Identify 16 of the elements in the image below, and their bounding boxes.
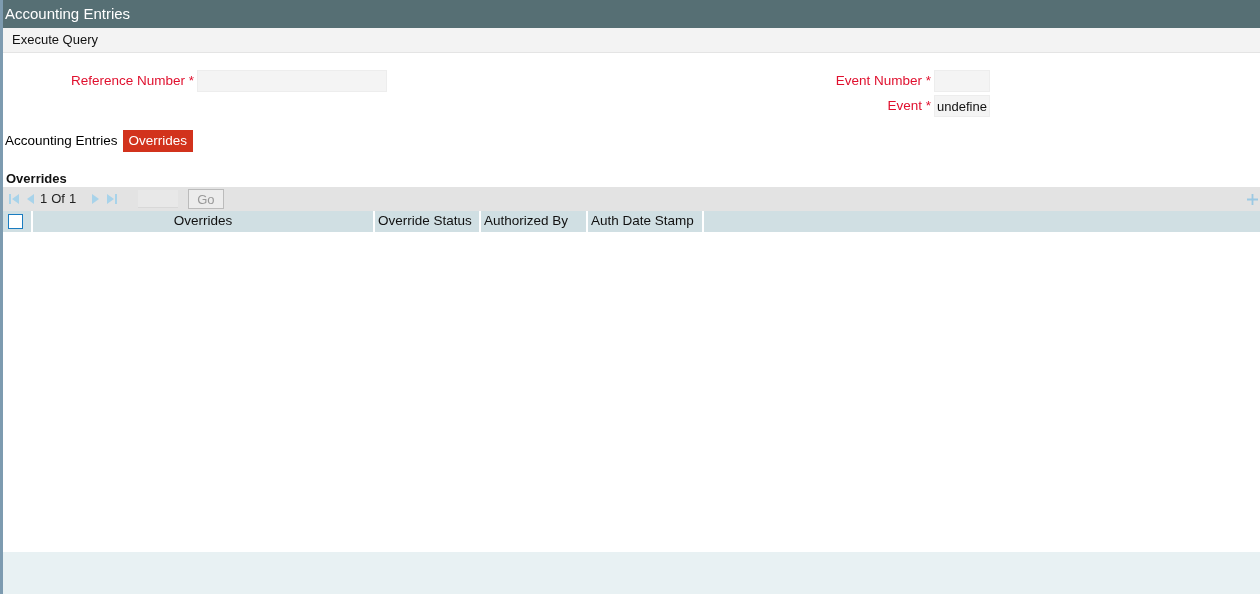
add-icon[interactable]	[1247, 193, 1258, 205]
tab[interactable]: Accounting Entries	[4, 130, 123, 152]
field-label: Reference Number *	[71, 71, 195, 90]
execute-query-button[interactable]: Execute Query	[12, 30, 98, 50]
tab[interactable]: Overrides	[122, 130, 194, 152]
select-all-checkbox[interactable]	[8, 214, 23, 229]
field-label: Event *	[887, 96, 931, 115]
input-field[interactable]: undefine	[934, 95, 990, 117]
section-title: Overrides	[5, 170, 68, 187]
first-page-icon[interactable]	[8, 193, 20, 205]
page-total: 1	[68, 190, 77, 209]
field-label: Event Number *	[835, 71, 931, 90]
last-page-icon[interactable]	[106, 193, 119, 205]
page-of-label: Of	[51, 190, 65, 209]
page-number: 1	[40, 190, 48, 209]
window-title: Accounting Entries	[3, 0, 1260, 28]
